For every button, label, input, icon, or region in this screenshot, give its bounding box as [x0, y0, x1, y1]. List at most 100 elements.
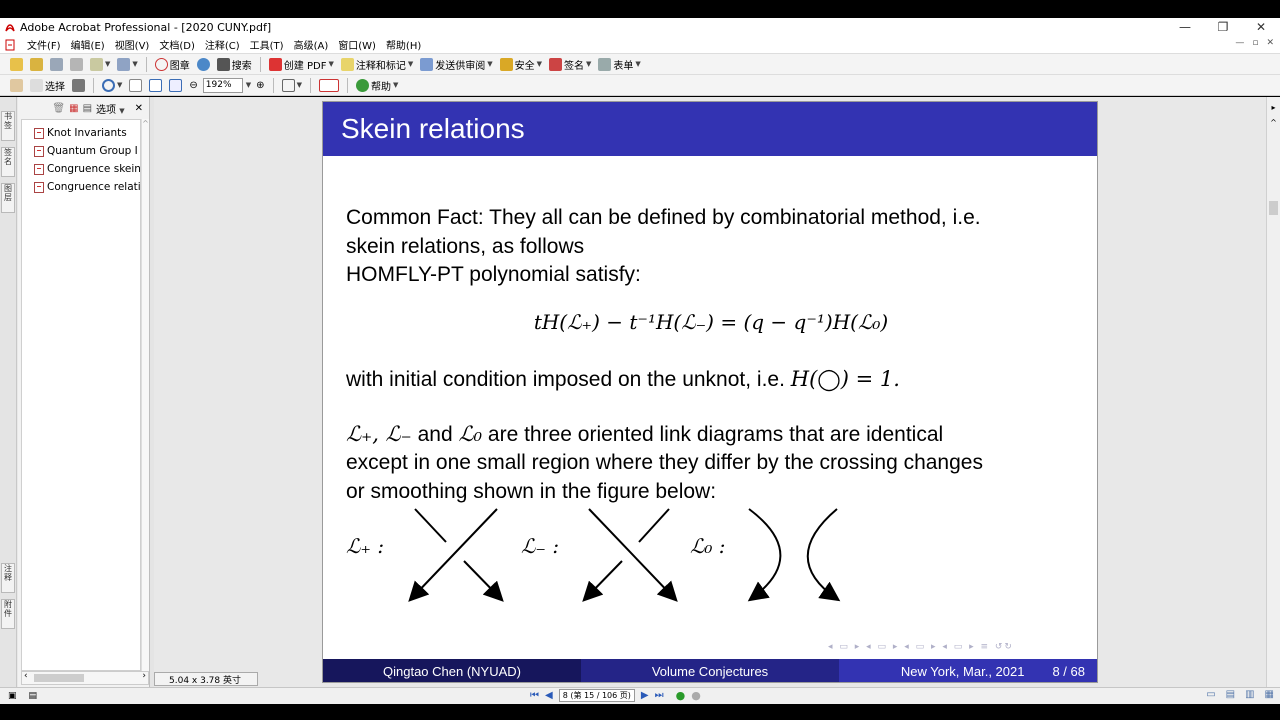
status-icon[interactable]: ▤: [29, 691, 38, 701]
close-button[interactable]: ✕: [1242, 18, 1280, 36]
scroll-right-icon[interactable]: ›: [142, 671, 146, 681]
bookmark-label: Congruence skein: [47, 163, 140, 175]
delete-bookmark-icon[interactable]: 🗑: [52, 103, 65, 114]
scroll-up-icon[interactable]: ^: [1267, 118, 1280, 127]
create-from-file-button[interactable]: [28, 56, 45, 73]
menu-view[interactable]: 视图(V): [110, 37, 155, 52]
zoom-input[interactable]: 192%: [202, 77, 243, 93]
bookmark-item[interactable]: Quantum Group I: [22, 142, 140, 160]
facing-layout-button[interactable]: ▥: [1245, 689, 1254, 700]
stamp-button[interactable]: 图章: [153, 56, 192, 73]
bookmark-vertical-scrollbar[interactable]: ^: [141, 119, 149, 671]
rotate-button[interactable]: ▼: [280, 77, 304, 94]
go-back-button[interactable]: ●: [676, 689, 686, 702]
save-button[interactable]: [48, 56, 65, 73]
envelope-icon: [90, 57, 103, 71]
status-icon[interactable]: ▣: [8, 691, 17, 701]
close-panel-icon[interactable]: ✕: [135, 103, 143, 114]
forms-label: 表单: [613, 60, 634, 72]
bookmark-item[interactable]: Knot Invariants: [22, 124, 140, 142]
scroll-up-icon[interactable]: ^: [142, 119, 149, 128]
menu-comments[interactable]: 注释(C): [200, 37, 245, 52]
create-pdf-icon: [268, 57, 282, 71]
options-menu[interactable]: 选项 ▼: [96, 101, 125, 116]
fit-page-button[interactable]: [147, 77, 164, 94]
zoom-in-button[interactable]: ⊕: [254, 77, 266, 94]
doc-restore-button[interactable]: ▫: [1252, 38, 1258, 48]
select-tool-button[interactable]: 选择: [28, 77, 67, 94]
menu-tools[interactable]: 工具(T): [245, 37, 289, 52]
search-label: 搜索: [231, 60, 252, 72]
search-button[interactable]: 搜索: [215, 56, 254, 73]
slide-footer: Qingtao Chen (NYUAD) Volume Conjectures …: [323, 659, 1097, 682]
next-page-button[interactable]: ▶: [641, 690, 649, 701]
tab-signatures[interactable]: 签名: [1, 147, 15, 177]
tab-attachments[interactable]: 附件: [1, 599, 15, 629]
document-vertical-scrollbar[interactable]: ▸ ^: [1266, 97, 1280, 687]
menu-window[interactable]: 窗口(W): [333, 37, 381, 52]
minus-circle-icon: ⊖: [189, 79, 198, 91]
pdf-page: Skein relations Common Fact: They all ca…: [322, 101, 1098, 683]
print-button[interactable]: [68, 56, 85, 73]
menu-file[interactable]: 文件(F): [22, 37, 66, 52]
minimize-button[interactable]: —: [1166, 18, 1204, 36]
last-page-button[interactable]: ⏭: [655, 690, 664, 701]
menu-document[interactable]: 文档(D): [154, 37, 200, 52]
doc-close-button[interactable]: ✕: [1266, 38, 1274, 48]
create-pdf-button[interactable]: 创建 PDF ▼: [267, 56, 336, 73]
tab-comments[interactable]: 注释: [1, 563, 15, 593]
scroll-left-icon[interactable]: ‹: [24, 671, 28, 681]
toolbar-navigation: 选择 ▼ ⊖ 192% ▼ ⊕ ▼ 帮助 ▼: [0, 75, 1280, 96]
open-button[interactable]: [8, 56, 25, 73]
zoom-dropdown-caret[interactable]: ▼: [246, 81, 251, 89]
sign-button[interactable]: 签名 ▼: [547, 56, 593, 73]
tab-layers[interactable]: 图层: [1, 183, 15, 213]
doc-minimize-button[interactable]: —: [1235, 38, 1244, 48]
fit-page-icon: [149, 78, 163, 92]
sign-label: 签名: [564, 60, 585, 72]
beamer-navigation-symbols[interactable]: ◂ ▭ ▸ ◂ ▭ ▸ ◂ ▭ ▸ ◂ ▭ ▸ ≡ ↺↻: [828, 642, 1014, 652]
secure-button[interactable]: 安全 ▼: [498, 56, 544, 73]
menu-advanced[interactable]: 高级(A): [289, 37, 334, 52]
bookmark-item[interactable]: Congruence relati: [22, 178, 140, 196]
send-review-button[interactable]: 发送供审阅 ▼: [418, 56, 494, 73]
hand-tool-button[interactable]: [8, 77, 25, 94]
tab-bookmarks[interactable]: 书签: [1, 111, 15, 141]
fit-width-button[interactable]: [167, 77, 184, 94]
email-button[interactable]: ▼: [88, 56, 112, 73]
web-button[interactable]: [195, 56, 212, 73]
expand-bookmark-icon[interactable]: ▤: [83, 103, 92, 114]
snapshot-button[interactable]: [70, 77, 87, 94]
go-forward-button[interactable]: ●: [691, 689, 701, 702]
comment-markup-button[interactable]: 注释和标记 ▼: [339, 56, 415, 73]
attach-button[interactable]: ▼: [115, 56, 139, 73]
continuous-layout-button[interactable]: ▤: [1226, 689, 1235, 700]
bookmark-horizontal-scrollbar[interactable]: ‹ ›: [21, 671, 149, 685]
zoom-tool-button[interactable]: ▼: [100, 77, 124, 94]
negative-crossing-diagram: [582, 508, 678, 602]
camera-icon: [72, 78, 85, 92]
zoom-out-button[interactable]: ⊖: [187, 77, 199, 94]
create-pdf-label: 创建 PDF: [283, 60, 327, 72]
first-page-button[interactable]: ⏮: [530, 690, 539, 701]
help-button[interactable]: 帮助 ▼: [354, 77, 400, 94]
continuous-facing-layout-button[interactable]: ▦: [1265, 689, 1274, 700]
positive-crossing-diagram: [408, 508, 504, 602]
forms-button[interactable]: 表单 ▼: [596, 56, 642, 73]
toolbar-separator: [93, 77, 94, 93]
new-bookmark-icon[interactable]: ▦: [69, 103, 78, 114]
plugin-button[interactable]: [317, 77, 341, 94]
scrollbar-thumb[interactable]: [1269, 201, 1278, 215]
menu-edit[interactable]: 编辑(E): [66, 37, 110, 52]
bookmark-item[interactable]: Congruence skein: [22, 160, 140, 178]
restore-button[interactable]: ❐: [1204, 18, 1242, 36]
actual-size-button[interactable]: [127, 77, 144, 94]
scrollbar-thumb[interactable]: [34, 674, 84, 682]
single-page-layout-button[interactable]: ▭: [1206, 689, 1215, 700]
page-number-input[interactable]: 8 (第 15 / 106 页): [558, 689, 635, 702]
previous-page-button[interactable]: ◀: [545, 690, 553, 701]
and-word: and: [417, 423, 453, 446]
menu-help[interactable]: 帮助(H): [381, 37, 426, 52]
status-bar: ▣ ▤ ⏮ ◀ 8 (第 15 / 106 页) ▶ ⏭ ● ● ▭ ▤ ▥ ▦: [0, 687, 1280, 704]
split-view-icon[interactable]: ▸: [1267, 103, 1280, 112]
